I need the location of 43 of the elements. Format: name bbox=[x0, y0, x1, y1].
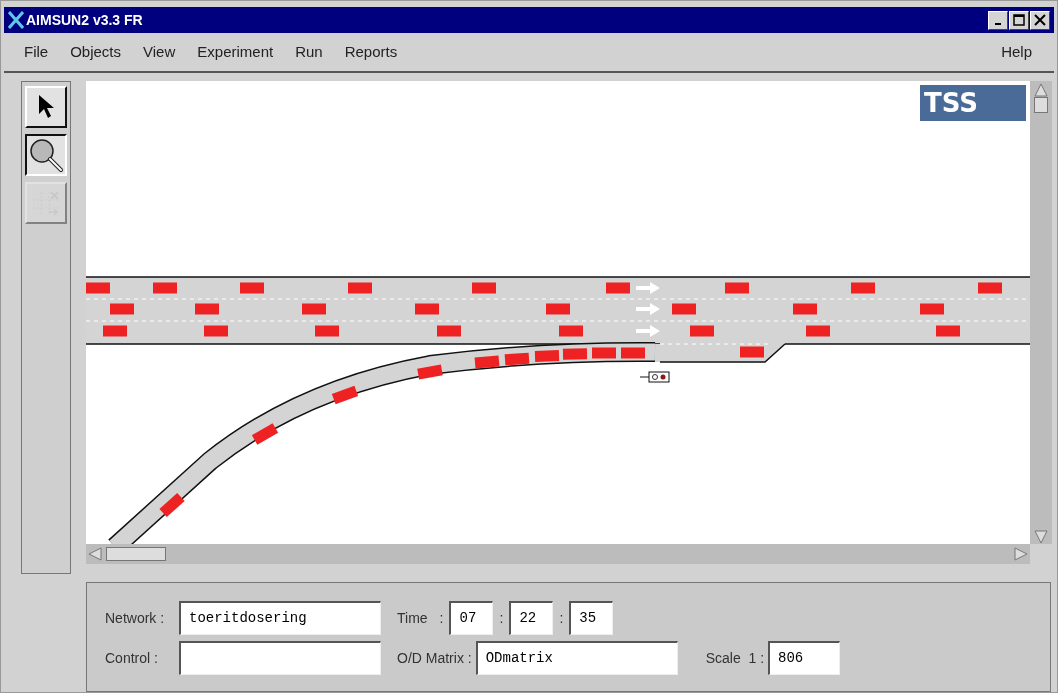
menu-item[interactable]: Reports bbox=[344, 40, 398, 64]
right-arrow-icon bbox=[1014, 547, 1028, 561]
maximize-icon bbox=[1013, 14, 1025, 26]
time-field[interactable]: 35 bbox=[569, 601, 614, 635]
magnifier-icon bbox=[28, 137, 64, 173]
menu-item[interactable]: Objects bbox=[70, 40, 122, 64]
menu-item[interactable]: Experiment bbox=[197, 40, 274, 64]
time-separator: : bbox=[499, 608, 504, 628]
down-arrow-icon bbox=[1034, 530, 1048, 544]
scale-label: Scale 1 : bbox=[705, 648, 765, 668]
minimize-button[interactable] bbox=[988, 10, 1008, 30]
menu-item[interactable]: Help bbox=[1001, 40, 1032, 64]
pointer-icon bbox=[37, 94, 55, 120]
menu-item[interactable]: Run bbox=[295, 40, 323, 64]
time-label: Time bbox=[397, 608, 428, 628]
tool-button[interactable] bbox=[25, 134, 67, 176]
network-canvas[interactable]: TSS bbox=[86, 81, 1030, 544]
menu-item[interactable]: View bbox=[143, 40, 176, 64]
network-label: Network : bbox=[105, 608, 166, 628]
time-field[interactable]: 07 bbox=[449, 601, 494, 635]
od-matrix-label: O/D Matrix : bbox=[397, 648, 472, 668]
up-arrow-icon bbox=[1034, 83, 1048, 97]
network-field[interactable]: toeritdosering bbox=[179, 601, 381, 635]
control-field[interactable] bbox=[179, 641, 381, 675]
od-matrix-field[interactable]: ODmatrix bbox=[475, 641, 678, 675]
left-arrow-icon bbox=[88, 547, 102, 561]
tss-logo: TSS bbox=[920, 85, 1026, 121]
time-separator: : bbox=[439, 608, 444, 628]
time-separator: : bbox=[559, 608, 564, 628]
scroll-thumb[interactable] bbox=[1034, 97, 1048, 113]
minimize-icon bbox=[995, 23, 1001, 25]
menu-item[interactable]: File bbox=[24, 40, 49, 64]
horizontal-scrollbar[interactable] bbox=[86, 544, 1030, 564]
time-field[interactable]: 22 bbox=[509, 601, 554, 635]
x-logo-icon bbox=[8, 11, 24, 29]
close-icon bbox=[1034, 14, 1046, 26]
control-label: Control : bbox=[105, 648, 159, 668]
scale-field[interactable]: 806 bbox=[768, 641, 841, 675]
scroll-thumb[interactable] bbox=[106, 547, 166, 561]
vertical-scrollbar[interactable] bbox=[1030, 81, 1052, 544]
close-button[interactable] bbox=[1030, 10, 1050, 30]
maximize-button[interactable] bbox=[1009, 10, 1029, 30]
window-title: AIMSUN2 v3.3 FR bbox=[26, 10, 143, 30]
